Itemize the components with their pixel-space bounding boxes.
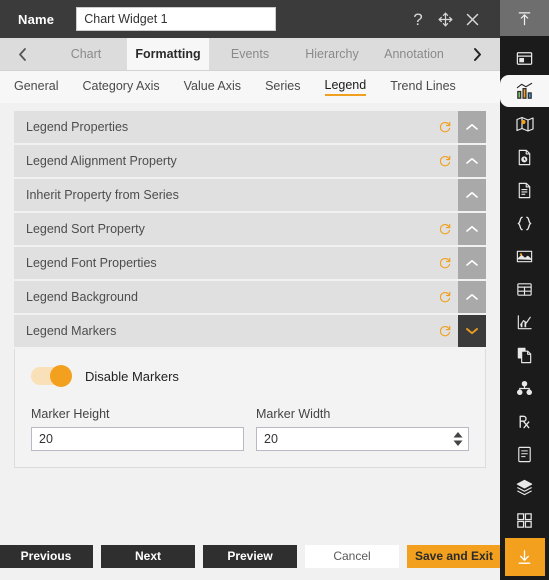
table-grid-icon[interactable]	[500, 273, 549, 305]
next-button[interactable]: Next	[101, 544, 195, 568]
copy-page-icon[interactable]	[500, 339, 549, 371]
marker-width-input[interactable]	[256, 427, 469, 451]
disable-markers-toggle[interactable]	[31, 365, 72, 387]
document-text-icon[interactable]	[500, 174, 549, 206]
disable-markers-label: Disable Markers	[85, 368, 179, 384]
accordion-legend-properties[interactable]: Legend Properties	[14, 111, 486, 143]
accordion-legend-font-properties[interactable]: Legend Font Properties	[14, 247, 486, 279]
layout-panel-icon[interactable]	[500, 42, 549, 74]
map-icon[interactable]	[500, 108, 549, 140]
disable-markers-row: Disable Markers	[31, 365, 469, 387]
accordion-toggle-chevron[interactable]	[458, 145, 486, 177]
primary-tabs-list: Chart Formatting Events Hierarchy Annota…	[45, 38, 455, 70]
tabs-scroll-left-button[interactable]	[0, 38, 45, 70]
accordion-inherit-property-from-series[interactable]: Inherit Property from Series	[14, 179, 486, 211]
download-icon[interactable]	[504, 538, 545, 576]
accordion-toggle-chevron[interactable]	[458, 179, 486, 211]
preview-button[interactable]: Preview	[203, 544, 297, 568]
dialog-footer: Previous Next Preview Cancel Save and Ex…	[0, 532, 501, 580]
legend-markers-panel: Disable Markers Marker Height Marker Wid…	[14, 349, 486, 468]
widget-name-input[interactable]	[76, 7, 277, 31]
hierarchy-tree-icon[interactable]	[500, 372, 549, 404]
tabs-scroll-right-button[interactable]	[455, 38, 500, 70]
marker-height-input-wrap	[31, 427, 244, 451]
reset-icon[interactable]	[432, 213, 458, 245]
marker-width-input-wrap	[256, 427, 469, 451]
toggle-knob	[50, 365, 72, 387]
close-icon[interactable]	[464, 11, 480, 27]
accordion-legend-background[interactable]: Legend Background	[14, 281, 486, 313]
marker-height-field: Marker Height	[31, 407, 244, 451]
document-clock-icon[interactable]	[500, 141, 549, 173]
tab-events[interactable]: Events	[209, 38, 291, 70]
subtab-series[interactable]: Series	[265, 79, 300, 95]
accordion-legend-alignment-property[interactable]: Legend Alignment Property	[14, 145, 486, 177]
widget-configuration-window: Name ?	[0, 0, 549, 580]
cancel-button[interactable]: Cancel	[305, 544, 399, 568]
name-label: Name	[18, 11, 55, 27]
code-braces-icon[interactable]	[500, 207, 549, 239]
accordion-toggle-chevron[interactable]	[458, 213, 486, 245]
tab-chart[interactable]: Chart	[45, 38, 127, 70]
marker-height-input[interactable]	[31, 427, 244, 451]
accordion-title: Legend Background	[26, 290, 138, 304]
tab-annotation[interactable]: Annotation	[373, 38, 455, 70]
accordion-title: Legend Markers	[26, 324, 117, 338]
primary-tabbar: Chart Formatting Events Hierarchy Annota…	[0, 38, 500, 71]
marker-size-fields: Marker Height Marker Width	[31, 407, 469, 451]
subtab-category-axis[interactable]: Category Axis	[82, 79, 159, 95]
reset-icon[interactable]	[432, 315, 458, 347]
prescription-rx-icon[interactable]	[500, 405, 549, 437]
titlebar-actions: ?	[410, 11, 480, 28]
question-mark-icon[interactable]: ?	[410, 11, 426, 28]
tab-formatting[interactable]: Formatting	[127, 38, 209, 70]
dialog-titlebar: Name ?	[0, 0, 500, 38]
accordion-title: Legend Properties	[26, 120, 129, 134]
accordion-title: Legend Alignment Property	[26, 154, 177, 168]
collapse-up-icon[interactable]	[500, 0, 549, 36]
move-arrows-icon[interactable]	[437, 11, 453, 27]
accordion-legend-sort-property[interactable]: Legend Sort Property	[14, 213, 486, 245]
subtab-trend-lines[interactable]: Trend Lines	[390, 79, 456, 95]
image-icon[interactable]	[500, 240, 549, 272]
tab-hierarchy[interactable]: Hierarchy	[291, 38, 373, 70]
subtab-legend[interactable]: Legend	[324, 78, 367, 96]
formatting-subtabs: General Category Axis Value Axis Series …	[0, 71, 500, 103]
accordion-title: Legend Sort Property	[26, 222, 145, 236]
marker-width-stepper[interactable]	[453, 432, 463, 446]
grid-squares-icon[interactable]	[500, 504, 549, 536]
layers-stack-icon[interactable]	[500, 471, 549, 503]
accordion-toggle-chevron[interactable]	[458, 247, 486, 279]
accordion-toggle-chevron[interactable]	[458, 111, 486, 143]
chart-line-icon[interactable]	[500, 306, 549, 338]
reset-icon[interactable]	[432, 281, 458, 313]
accordion-toggle-chevron[interactable]	[458, 315, 486, 347]
reset-icon[interactable]	[432, 111, 458, 143]
subtab-value-axis[interactable]: Value Axis	[184, 79, 241, 95]
chart-widget-dialog: Name ?	[0, 0, 501, 580]
save-and-exit-button[interactable]: Save and Exit	[407, 544, 501, 568]
marker-width-field: Marker Width	[256, 407, 469, 451]
marker-width-label: Marker Width	[256, 407, 331, 421]
accordion-title: Legend Font Properties	[26, 256, 157, 270]
legend-settings-body: Legend Properties Legend Alignment Prope…	[0, 103, 500, 532]
right-toolbar	[500, 0, 549, 580]
chart-bar-icon[interactable]	[500, 75, 549, 107]
accordion-toggle-chevron[interactable]	[458, 281, 486, 313]
previous-button[interactable]: Previous	[0, 544, 93, 568]
document-list-icon[interactable]	[500, 438, 549, 470]
subtab-general[interactable]: General	[14, 79, 58, 95]
reset-icon[interactable]	[432, 247, 458, 279]
reset-icon[interactable]	[432, 145, 458, 177]
toolbar-items	[500, 36, 549, 538]
accordion-title: Inherit Property from Series	[26, 188, 179, 202]
accordion-legend-markers[interactable]: Legend Markers	[14, 315, 486, 347]
marker-height-label: Marker Height	[31, 407, 110, 421]
